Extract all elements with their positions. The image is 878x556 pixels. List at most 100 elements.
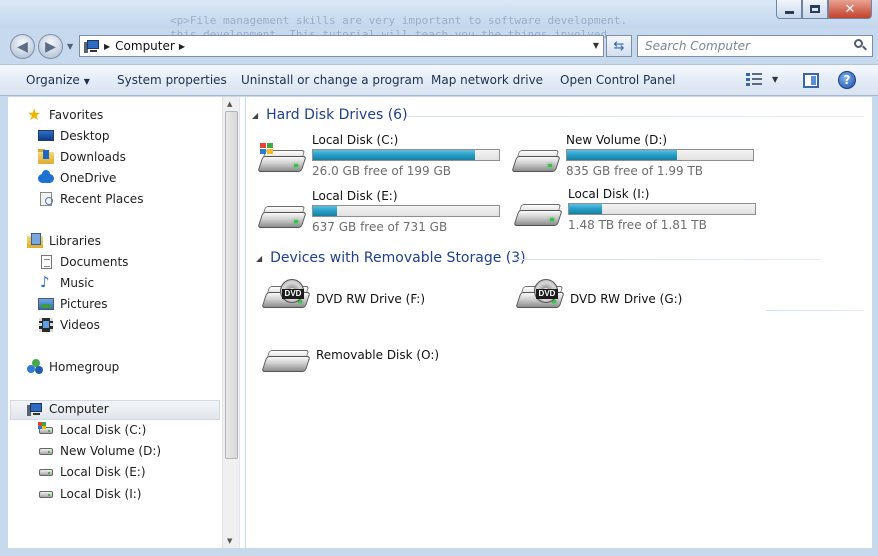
film-icon [38,317,54,333]
homegroup-icon [27,359,43,375]
close-icon: ✕ [844,1,856,17]
capacity-bar-fill [313,150,475,160]
sidebar-item-label: Local Disk (I:) [60,487,142,501]
scroll-up-icon[interactable]: ▲ [227,100,232,108]
sidebar-item-drive-d[interactable]: New Volume (D:) [38,443,161,459]
address-bar[interactable]: ▶ Computer ▶ ▼ [79,35,604,57]
capacity-bar [566,149,754,161]
breadcrumb-chevron-icon[interactable]: ▶ [179,42,185,51]
hard-drive-icon [38,443,54,459]
maximize-icon [810,5,820,13]
group-header-label: Devices with Removable Storage (3) [270,250,526,266]
group-header-removable[interactable]: ◢ Devices with Removable Storage (3) [256,250,526,266]
sidebar-item-label: Libraries [49,234,101,248]
drive-name: DVD RW Drive (G:) [570,292,683,306]
title-bar: <p>File management skills are very impor… [0,0,878,41]
sidebar-item-label: Videos [60,318,100,332]
hard-drive-icon[interactable] [513,197,563,233]
forward-arrow-icon: ▶ [45,38,56,55]
chevron-down-icon[interactable]: ▼ [772,75,778,84]
sidebar-item-videos[interactable]: Videos [38,317,100,333]
minimize-button[interactable] [776,0,802,19]
scrollbar-thumb[interactable] [225,111,238,459]
back-button[interactable]: ◀ [10,34,35,59]
open-control-panel-button[interactable]: Open Control Panel [560,73,675,87]
hard-drive-icon[interactable] [511,143,561,179]
sidebar-item-label: New Volume (D:) [60,444,162,458]
drive-name: Local Disk (C:) [312,133,399,147]
free-space-text: 1.48 TB free of 1.81 TB [568,218,707,232]
sidebar-item-label: Pictures [60,297,108,311]
capacity-bar [568,203,756,215]
help-icon[interactable]: ? [838,71,856,89]
cloud-icon [38,170,54,186]
pane-splitter[interactable] [239,97,245,548]
sidebar-item-documents[interactable]: Documents [38,254,128,270]
forward-button[interactable]: ▶ [38,34,63,59]
sidebar-item-desktop[interactable]: Desktop [38,128,110,144]
sidebar-item-computer[interactable]: Computer [27,401,109,417]
address-dropdown[interactable]: ▼ [593,41,599,50]
sidebar-item-drive-c[interactable]: Local Disk (C:) [38,422,146,438]
drive-name: New Volume (D:) [566,133,668,147]
uninstall-program-button[interactable]: Uninstall or change a program [241,73,424,87]
background-code-line: <p>File management skills are very impor… [170,14,627,27]
drive-name: Local Disk (E:) [312,189,398,203]
breadcrumb-chevron-icon[interactable]: ▶ [104,42,110,51]
search-icon[interactable] [852,36,868,56]
navigation-bar: ◀ ▶ ▼ ▶ Computer ▶ ▼ ⇆ Search Computer [0,28,878,64]
sidebar-item-downloads[interactable]: Downloads [38,149,126,165]
collapse-triangle-icon[interactable]: ◢ [256,254,262,263]
sidebar-item-favorites[interactable]: ★ Favorites [27,107,103,123]
system-properties-button[interactable]: System properties [117,73,227,87]
chevron-down-icon: ▼ [83,77,90,86]
refresh-button[interactable]: ⇆ [606,35,632,57]
sidebar-item-label: Favorites [49,108,104,122]
group-header-label: Hard Disk Drives (6) [266,107,408,123]
sidebar-item-recent-places[interactable]: Recent Places [38,191,143,207]
sidebar-item-music[interactable]: ♪ Music [38,273,94,291]
search-input[interactable]: Search Computer [637,35,873,57]
desktop-icon [38,128,54,144]
downloads-folder-icon [38,149,54,165]
star-icon: ★ [27,105,42,124]
preview-pane-icon[interactable] [803,73,819,88]
sidebar-item-drive-i[interactable]: Local Disk (I:) [38,486,141,502]
sidebar-item-homegroup[interactable]: Homegroup [27,359,119,375]
organize-button[interactable]: Organize ▼ [26,73,90,87]
removable-disk-icon[interactable] [261,343,311,379]
breadcrumb-computer[interactable]: Computer [115,39,175,53]
view-list-icon [746,72,762,86]
sidebar-item-drive-e[interactable]: Local Disk (E:) [38,464,146,480]
scroll-down-icon[interactable]: ▼ [227,537,232,545]
sidebar-item-label: Computer [49,402,109,416]
dvd-badge-text: DVD [536,289,558,299]
change-view-button[interactable]: ▼ [746,72,778,86]
recent-pages-dropdown[interactable]: ▼ [67,42,73,51]
dvd-drive-icon[interactable]: DVD [515,279,565,315]
map-network-drive-button[interactable]: Map network drive [431,73,543,87]
maximize-button[interactable] [802,0,828,19]
system-drive-icon[interactable] [257,143,307,179]
hard-drive-icon[interactable] [257,199,307,235]
sidebar-item-label: Desktop [60,129,110,143]
free-space-text: 835 GB free of 1.99 TB [566,164,704,178]
navigation-pane-scrollbar[interactable]: ▲ ▼ [222,97,239,548]
free-space-text: 26.0 GB free of 199 GB [312,164,451,178]
capacity-bar-fill [567,150,677,160]
sidebar-item-label: OneDrive [60,171,117,185]
close-button[interactable]: ✕ [828,0,872,19]
sidebar-item-onedrive[interactable]: OneDrive [38,170,116,186]
sidebar-item-pictures[interactable]: Pictures [38,296,108,312]
dvd-drive-icon[interactable]: DVD [261,279,311,315]
group-header-hard-disks[interactable]: ◢ Hard Disk Drives (6) [252,107,408,123]
sidebar-item-label: Local Disk (E:) [60,465,146,479]
computer-icon [27,401,43,417]
collapse-triangle-icon[interactable]: ◢ [252,111,258,120]
music-note-icon: ♪ [40,273,50,291]
sidebar-item-label: Recent Places [60,192,144,206]
pictures-icon [38,296,54,312]
search-placeholder: Search Computer [645,39,750,53]
group-divider [514,259,822,260]
sidebar-item-libraries[interactable]: Libraries [27,233,101,249]
